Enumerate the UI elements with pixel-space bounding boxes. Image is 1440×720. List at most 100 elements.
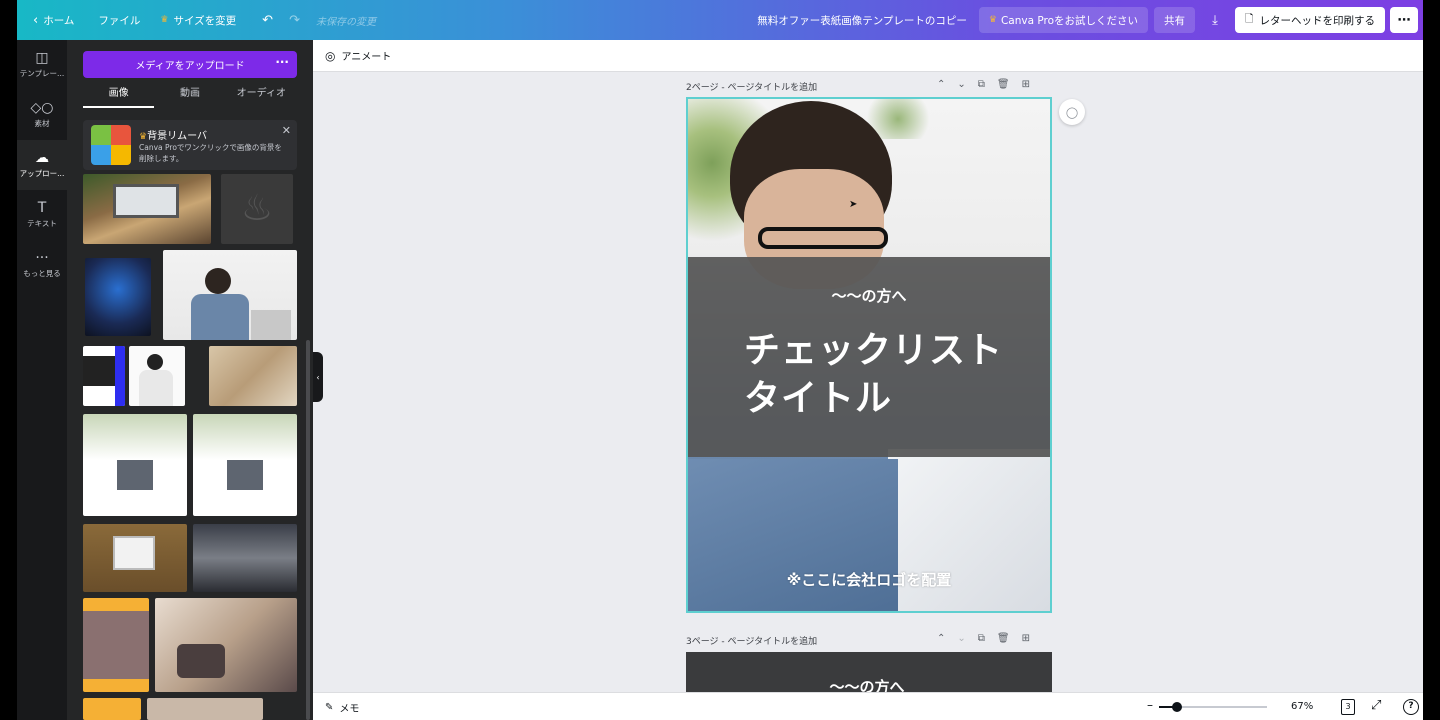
resize-button[interactable]: ♛ サイズを変更 — [152, 0, 244, 40]
promo-description: Canva Proでワンクリックで画像の背景を削除します。 — [139, 143, 282, 163]
zoom-level[interactable]: 67% — [1291, 701, 1313, 712]
more-dots-icon: ··· — [35, 250, 49, 266]
animate-button[interactable]: アニメート — [341, 48, 391, 63]
promo-title: ♛背景リムーバ — [139, 131, 207, 142]
uploaded-image[interactable] — [193, 524, 297, 592]
page-2-tools: ⌃ ⌄ ⧉ 🗑 ⊞ — [937, 79, 1030, 90]
file-label: ファイル — [98, 14, 141, 27]
tab-images[interactable]: 画像 — [83, 84, 155, 108]
rail-item-templates[interactable]: ◫ テンプレー... — [17, 40, 67, 90]
audience-text[interactable]: 〜〜の方へ — [688, 285, 1050, 306]
print-button[interactable]: 🗋 レターヘッドを印刷する — [1235, 7, 1385, 33]
collapse-panel-handle[interactable]: ‹ — [313, 352, 323, 402]
undo-button[interactable]: ↶ — [254, 0, 281, 40]
rail-label: アップロー... — [19, 169, 65, 178]
uploads-panel: メディアをアップロード ··· 画像 動画 オーディオ ♛背景リムーバ Canv… — [67, 40, 313, 720]
try-pro-button[interactable]: ♛ Canva Proをお試しください — [978, 7, 1149, 33]
uploaded-image[interactable] — [83, 524, 187, 592]
page-3-tools: ⌃ ⌄ ⧉ 🗑 ⊞ — [937, 633, 1030, 644]
move-page-down-icon[interactable]: ⌄ — [957, 633, 965, 644]
fullscreen-icon[interactable]: ⤢ — [1371, 698, 1381, 713]
uploaded-image[interactable] — [83, 698, 141, 720]
memo-label: メモ — [339, 704, 360, 715]
page-count-button[interactable]: 3 — [1341, 699, 1355, 715]
panel-scrollbar[interactable] — [306, 340, 310, 720]
uploaded-image[interactable]: ♨ — [221, 174, 293, 244]
uploaded-image[interactable] — [147, 698, 263, 720]
redo-button[interactable]: ↷ — [281, 0, 308, 40]
animate-bar: ◎ アニメート — [313, 40, 1423, 72]
uploaded-image[interactable] — [83, 346, 125, 406]
crown-icon: ♛ — [988, 15, 997, 25]
uploaded-image[interactable] — [193, 414, 297, 516]
memo-button[interactable]: ✎ メモ — [325, 700, 359, 715]
resize-label: サイズを変更 — [173, 14, 237, 27]
upload-media-button[interactable]: メディアをアップロード ··· — [83, 51, 297, 78]
move-page-up-icon[interactable]: ⌃ — [937, 79, 945, 90]
editor-footer: ✎ メモ – 67% 3 ⤢ ? — [313, 692, 1423, 720]
zoom-slider[interactable] — [1159, 702, 1267, 712]
uploaded-image[interactable] — [83, 174, 211, 244]
uploaded-image[interactable] — [209, 346, 297, 406]
elements-icon: ◇○ — [30, 100, 54, 116]
rail-label: 素材 — [34, 119, 50, 128]
rail-item-text[interactable]: T テキスト — [17, 190, 67, 240]
page-2-title[interactable]: 2ページ - ページタイトルを追加 — [686, 80, 817, 94]
canva-editor: ‹ ホーム ファイル ♛ サイズを変更 ↶ ↷ 未保存の変更 無料オファー表紙画… — [17, 0, 1423, 720]
rail-item-uploads[interactable]: ☁ アップロー... — [17, 140, 67, 190]
add-page-icon[interactable]: ⊞ — [1022, 79, 1030, 90]
upload-media-label: メディアをアップロード — [135, 61, 245, 72]
more-options-button[interactable]: ⋯ — [1390, 7, 1418, 33]
close-icon[interactable]: ✕ — [282, 124, 291, 137]
title-line-1: チェックリスト — [744, 330, 1004, 371]
uploaded-image[interactable] — [85, 258, 151, 336]
page-2-canvas[interactable]: 〜〜の方へ チェックリスト タイトル ※ここに会社ロゴを配置 ➤ — [686, 97, 1052, 613]
upload-cloud-icon: ☁ — [35, 150, 49, 166]
upload-options-icon[interactable]: ··· — [275, 55, 289, 69]
comment-icon: ◯ — [1065, 105, 1079, 119]
print-label: レターヘッドを印刷する — [1259, 14, 1376, 27]
logo-placeholder-text[interactable]: ※ここに会社ロゴを配置 — [688, 569, 1050, 590]
crown-icon: ♛ — [139, 132, 148, 142]
left-rail: ◫ テンプレー... ◇○ 素材 ☁ アップロー... T テキスト ··· も… — [17, 40, 67, 720]
page-3-canvas[interactable]: 〜〜の方へ — [686, 652, 1052, 692]
add-page-icon[interactable]: ⊞ — [1022, 633, 1030, 644]
rail-label: テキスト — [27, 219, 57, 228]
try-pro-label: Canva Proをお試しください — [1000, 14, 1139, 27]
checklist-title[interactable]: チェックリスト タイトル — [744, 327, 1003, 423]
download-button[interactable]: ⤓ — [1201, 7, 1229, 33]
document-title[interactable]: 無料オファー表紙画像テンプレートのコピー — [757, 13, 967, 28]
zoom-out-icon[interactable]: – — [1147, 698, 1153, 712]
tab-videos[interactable]: 動画 — [154, 84, 225, 108]
move-page-up-icon[interactable]: ⌃ — [937, 633, 945, 644]
uploaded-image[interactable] — [163, 250, 297, 340]
rail-item-elements[interactable]: ◇○ 素材 — [17, 90, 67, 140]
uploaded-image[interactable] — [83, 414, 187, 516]
uploaded-image[interactable] — [83, 598, 149, 692]
move-page-down-icon[interactable]: ⌄ — [957, 79, 965, 90]
zoom-slider-knob[interactable] — [1171, 702, 1182, 712]
delete-page-icon[interactable]: 🗑 — [997, 79, 1010, 90]
duplicate-page-icon[interactable]: ⧉ — [978, 79, 985, 90]
uploaded-image[interactable] — [129, 346, 185, 406]
page-3-audience-text[interactable]: 〜〜の方へ — [686, 676, 1048, 692]
template-icon: ◫ — [35, 50, 49, 66]
screen-border-left — [0, 0, 17, 720]
redo-icon: ↷ — [289, 12, 300, 28]
add-comment-button[interactable]: ◯ — [1059, 99, 1085, 125]
uploaded-image[interactable] — [155, 598, 297, 692]
duplicate-page-icon[interactable]: ⧉ — [978, 633, 985, 644]
tab-audio[interactable]: オーディオ — [226, 84, 297, 108]
delete-page-icon[interactable]: 🗑 — [997, 633, 1010, 644]
rail-label: テンプレー... — [19, 69, 65, 78]
help-icon[interactable]: ? — [1403, 699, 1419, 715]
rail-item-more[interactable]: ··· もっと見る — [17, 240, 67, 290]
share-button[interactable]: 共有 — [1154, 7, 1196, 33]
share-label: 共有 — [1164, 14, 1186, 27]
home-button[interactable]: ‹ ホーム — [25, 0, 82, 40]
document-icon: 🗋 — [1245, 13, 1254, 25]
file-menu[interactable]: ファイル — [90, 0, 148, 40]
background-remover-promo[interactable]: ♛背景リムーバ Canva Proでワンクリックで画像の背景を削除します。 ✕ — [83, 120, 297, 170]
page-3-title[interactable]: 3ページ - ページタイトルを追加 — [686, 634, 817, 648]
top-bar: ‹ ホーム ファイル ♛ サイズを変更 ↶ ↷ 未保存の変更 無料オファー表紙画… — [17, 0, 1423, 40]
